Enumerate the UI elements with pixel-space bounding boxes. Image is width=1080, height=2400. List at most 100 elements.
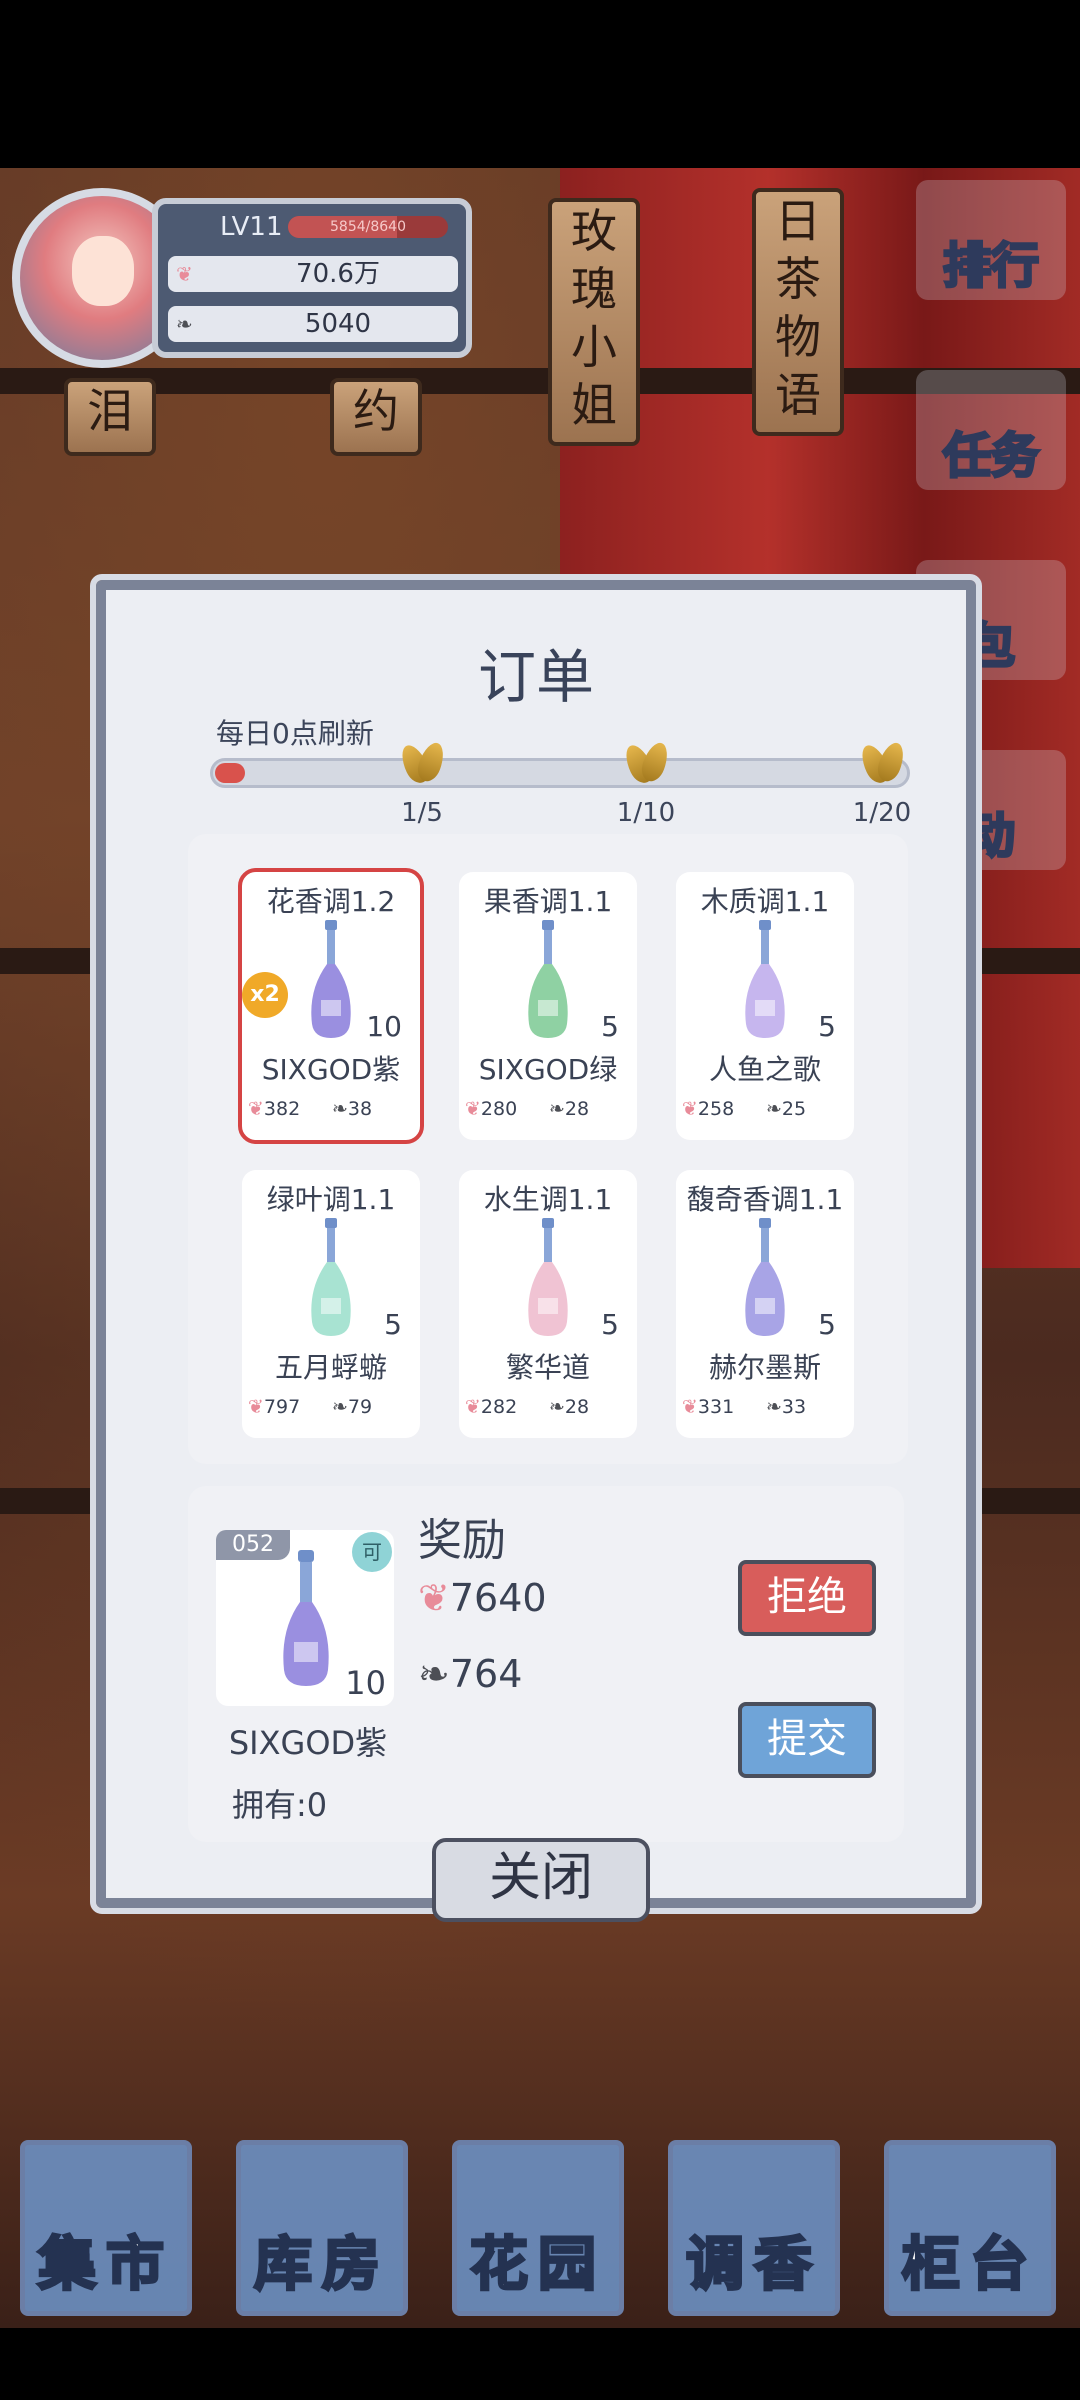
nav-perfume[interactable]: 调香 (668, 2140, 840, 2316)
petal-icon: ❦ (418, 1576, 450, 1620)
order-card[interactable]: 果香调1.1 5 SIXGOD绿 ❦280 ❧28 (459, 872, 637, 1140)
leaf-reward-value: 38 (347, 1098, 373, 1120)
petal-reward: ❦382 (248, 1098, 300, 1120)
fragrance-note: 馥奇香调1.1 (686, 1183, 844, 1216)
order-qty: 5 (601, 1308, 619, 1341)
order-qty: 5 (384, 1308, 402, 1341)
leaf-icon: ❧ (549, 1098, 565, 1120)
petal-reward: ❦282 (465, 1396, 517, 1418)
ranking-button[interactable]: 排行 (916, 180, 1066, 300)
nav-counter-label: 柜台 (900, 2229, 1038, 2300)
fragrance-note: 木质调1.1 (700, 885, 830, 918)
petal-icon: ❦ (176, 262, 193, 286)
leaf-icon: ❧ (332, 1396, 348, 1418)
fragrance-note: 果香调1.1 (483, 885, 613, 918)
reward-panel: 10 052 可 SIXGOD紫 拥有:0 奖励 ❦7640 ❧764 拒绝 提… (188, 1486, 904, 1842)
petal-reward-value: 280 (480, 1098, 518, 1120)
milestone-label: 1/20 (852, 798, 912, 828)
nav-counter[interactable]: 柜台 (884, 2140, 1056, 2316)
leaf-reward: ❧33 (766, 1396, 806, 1418)
petal-reward: ❦797 (248, 1396, 300, 1418)
leaf-reward-value: 28 (564, 1396, 590, 1418)
order-qty: 5 (818, 1308, 836, 1341)
leaf-icon: ❧ (418, 1652, 450, 1696)
modal-title: 订单 (477, 643, 594, 711)
close-button[interactable]: 关闭 (432, 1838, 650, 1922)
order-qty: 5 (818, 1010, 836, 1043)
petal-reward: ❦280 (465, 1098, 517, 1120)
petal-reward-value: 258 (697, 1098, 735, 1120)
petal-icon: ❦ (465, 1098, 481, 1120)
leaf-icon: ❧ (766, 1396, 782, 1418)
milestone-label: 1/10 (616, 798, 676, 828)
order-card[interactable]: 馥奇香调1.1 5 赫尔墨斯 ❦331 ❧33 (676, 1170, 854, 1438)
reward-leaves: ❧764 (418, 1652, 522, 1696)
hanging-tag: 约 (330, 378, 422, 456)
nav-market[interactable]: 集市 (20, 2140, 192, 2316)
order-card[interactable]: 花香调1.2 10 SIXGOD紫 ❦382 ❧38 x2 (238, 868, 424, 1144)
perfume-name: SIXGOD紫 (261, 1053, 401, 1086)
nav-garden[interactable]: 花园 (452, 2140, 624, 2316)
petal-icon: ❦ (248, 1396, 264, 1418)
petal-icon: ❦ (682, 1396, 698, 1418)
milestone-label: 1/5 (401, 798, 443, 828)
petal-reward-value: 797 (263, 1396, 301, 1418)
order-card[interactable]: 绿叶调1.1 5 五月蜉蝣 ❦797 ❧79 (242, 1170, 420, 1438)
refresh-note: 每日0点刷新 (216, 717, 374, 750)
petal-icon: ❦ (248, 1098, 264, 1120)
petal-reward-value: 331 (697, 1396, 735, 1418)
leaf-icon: ❧ (766, 1098, 782, 1120)
perfume-bottle-icon (311, 920, 351, 1038)
hanging-tag: 泪 (64, 378, 156, 456)
reward-petals: ❦7640 (418, 1576, 547, 1620)
xp-bar: 5854/8640 (288, 216, 448, 238)
perfume-name: 赫尔墨斯 (708, 1351, 821, 1384)
milestone-reward-icon[interactable] (394, 738, 450, 794)
player-panel[interactable]: LV11 5854/8640 ❦ 70.6万 ❧ 5040 (12, 188, 472, 368)
order-card[interactable]: 木质调1.1 5 人鱼之歌 ❦258 ❧25 (676, 872, 854, 1140)
perfume-bottle-icon (528, 1218, 568, 1336)
reward-leaves-value: 764 (449, 1652, 523, 1696)
leaf-icon: ❧ (332, 1098, 348, 1120)
order-grid: 花香调1.2 10 SIXGOD紫 ❦382 ❧38 x2 果香调1.1 5 SIXGOD绿 ❦2… (188, 834, 908, 1464)
leaf-reward-value: 33 (781, 1396, 807, 1418)
ranking-label: 排行 (941, 237, 1040, 296)
order-progress-bar (210, 758, 910, 788)
nav-garden-label: 花园 (468, 2229, 606, 2300)
nav-warehouse[interactable]: 库房 (236, 2140, 408, 2316)
perfume-name: SIXGOD绿 (478, 1053, 618, 1086)
reject-button[interactable]: 拒绝 (738, 1560, 876, 1636)
perfume-bottle-icon (745, 920, 785, 1038)
item-number-badge: 052 (216, 1530, 290, 1560)
perfume-bottle-icon (283, 1550, 329, 1686)
petal-reward: ❦331 (682, 1396, 734, 1418)
petal-reward-value: 282 (480, 1396, 518, 1418)
milestone-reward-icon[interactable] (618, 738, 674, 794)
fragrance-note: 水生调1.1 (483, 1183, 613, 1216)
order-card[interactable]: 水生调1.1 5 繁华道 ❦282 ❧28 (459, 1170, 637, 1438)
player-stats: LV11 5854/8640 ❦ 70.6万 ❧ 5040 (152, 198, 472, 358)
petal-icon: ❦ (682, 1098, 698, 1120)
petal-reward: ❦258 (682, 1098, 734, 1120)
leaf-reward: ❧38 (332, 1098, 372, 1120)
perfume-bottle-icon (311, 1218, 351, 1336)
milestone-reward-icon[interactable] (854, 738, 910, 794)
submit-button[interactable]: 提交 (738, 1702, 876, 1778)
tasks-button[interactable]: 任务 (916, 370, 1066, 490)
leaf-count: 5040 (304, 309, 372, 339)
leaf-reward-value: 28 (564, 1098, 590, 1120)
nav-market-label: 集市 (36, 2229, 174, 2300)
leaf-reward: ❧79 (332, 1396, 372, 1418)
available-icon: 可 (352, 1532, 392, 1572)
fragrance-note: 花香调1.2 (266, 885, 396, 918)
reward-title: 奖励 (418, 1515, 506, 1566)
petal-count: 70.6万 (296, 259, 380, 289)
perfume-name: 五月蜉蝣 (274, 1351, 387, 1384)
order-progress-fill (215, 763, 245, 783)
perfume-name: 人鱼之歌 (708, 1053, 821, 1086)
owned-count: 拥有:0 (232, 1786, 328, 1824)
leaf-reward: ❧28 (549, 1098, 589, 1120)
tasks-label: 任务 (941, 427, 1040, 486)
petal-reward-value: 382 (263, 1098, 301, 1120)
nav-warehouse-label: 库房 (252, 2229, 390, 2300)
